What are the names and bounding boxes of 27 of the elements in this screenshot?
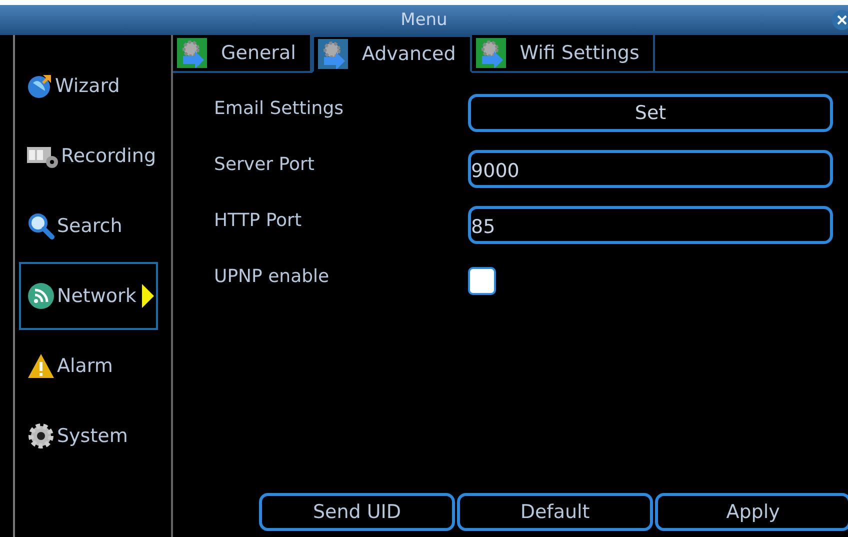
gear-icon [27, 422, 55, 450]
input-field[interactable]: 9000 [468, 150, 834, 188]
tab[interactable]: Advanced [312, 35, 472, 73]
checkbox[interactable] [468, 267, 496, 295]
action-button[interactable]: Apply [655, 493, 848, 531]
sidebar-item[interactable]: Search [19, 192, 158, 260]
tab[interactable]: General [173, 35, 312, 73]
sidebar-item[interactable]: System [19, 402, 158, 470]
field-label: Email Settings [214, 98, 345, 118]
search-icon [27, 212, 55, 240]
sidebar-item[interactable]: Network [19, 262, 158, 330]
input-field[interactable]: 85 [468, 206, 834, 244]
action-button[interactable]: Default [457, 493, 654, 531]
field-label: Server Port [214, 154, 316, 174]
tab[interactable]: Wifi Settings [472, 35, 656, 73]
field-label: HTTP Port [214, 210, 302, 230]
field-label: UPNP enable [214, 266, 330, 286]
globe-icon [27, 73, 53, 99]
arrow-icon [142, 284, 154, 308]
set-button[interactable]: Set [468, 94, 834, 132]
action-button[interactable]: Send UID [259, 493, 456, 531]
sidebar-item[interactable]: Recording [19, 122, 158, 190]
warning-icon [27, 353, 55, 379]
window-title: Menu [400, 10, 448, 30]
sidebar-item[interactable]: Wizard [19, 52, 158, 120]
sidebar-item[interactable]: Alarm [19, 332, 158, 400]
wifi-icon [27, 282, 55, 310]
